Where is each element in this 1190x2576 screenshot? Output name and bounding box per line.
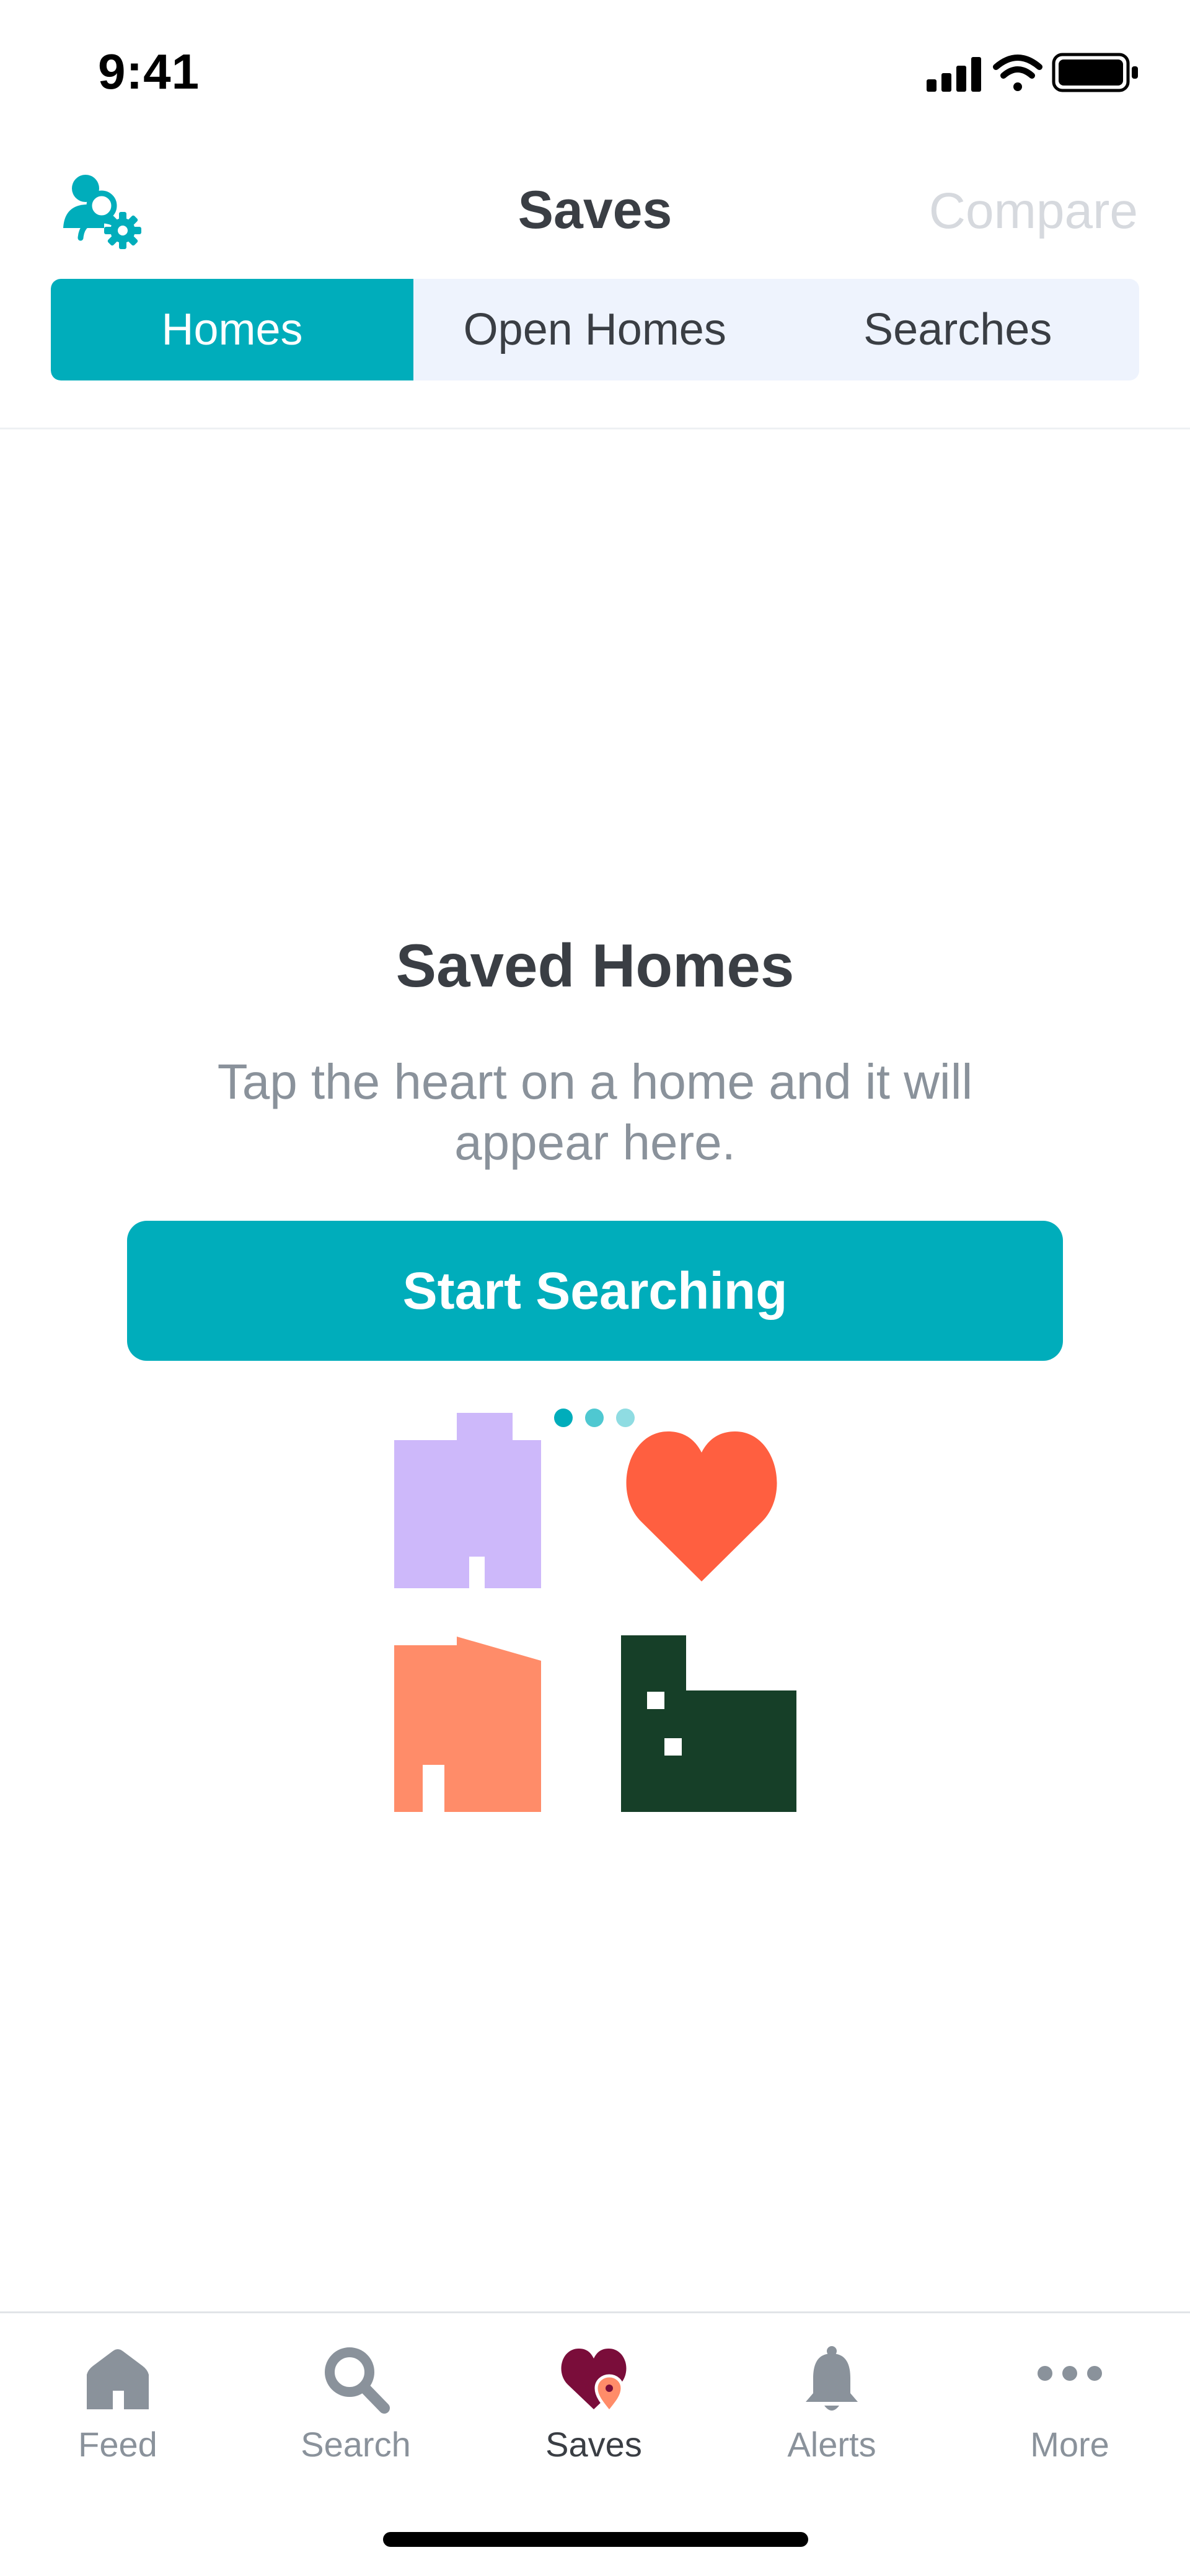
cellular-signal-icon — [927, 57, 981, 92]
tab-searches[interactable]: Searches — [777, 279, 1140, 380]
window-2 — [664, 1738, 682, 1756]
nav-search-label: Search — [301, 2425, 411, 2464]
nav-more[interactable]: More — [977, 2330, 1163, 2485]
nav-feed[interactable]: Feed — [25, 2330, 211, 2485]
tab-open-homes[interactable]: Open Homes — [413, 279, 777, 380]
tab-bar-divider — [0, 2311, 1190, 2313]
more-icon — [1038, 2366, 1102, 2381]
salmon-house-shape — [394, 1637, 541, 1812]
header-divider — [0, 428, 1190, 429]
nav-saves-label: Saves — [545, 2425, 642, 2464]
saves-tabs: Homes Open Homes Searches — [51, 279, 1139, 380]
status-icons — [927, 53, 1138, 92]
saved-homes-illustration — [394, 1409, 796, 1812]
start-searching-button[interactable]: Start Searching — [127, 1221, 1063, 1361]
green-building-shape — [621, 1635, 796, 1812]
empty-state-title: Saved Homes — [395, 931, 795, 1000]
wifi-icon — [993, 55, 1042, 91]
location-pin-icon — [594, 2374, 624, 2414]
dot-1 — [554, 1409, 573, 1427]
home-icon — [87, 2349, 149, 2409]
compare-button[interactable]: Compare — [929, 182, 1138, 240]
nav-alerts[interactable]: Alerts — [739, 2330, 925, 2485]
window-1 — [647, 1692, 664, 1709]
nav-more-label: More — [1030, 2425, 1109, 2464]
dot-3 — [616, 1409, 635, 1427]
home-indicator — [383, 2532, 808, 2547]
empty-state-description: Tap the heart on a home and it will appe… — [217, 1054, 973, 1170]
search-icon — [325, 2347, 390, 2414]
nav-alerts-label: Alerts — [787, 2425, 876, 2464]
heart-shape — [626, 1431, 777, 1581]
nav-saves[interactable]: Saves — [501, 2330, 687, 2485]
status-time: 9:41 — [98, 44, 200, 99]
nav-feed-label: Feed — [78, 2425, 157, 2464]
nav-search[interactable]: Search — [263, 2330, 449, 2485]
heart-icon — [561, 2349, 627, 2414]
tab-homes[interactable]: Homes — [51, 279, 413, 380]
battery-icon — [1052, 53, 1138, 92]
dot-2 — [585, 1409, 604, 1427]
lilac-house-shape — [394, 1413, 541, 1588]
bell-icon — [806, 2346, 858, 2411]
